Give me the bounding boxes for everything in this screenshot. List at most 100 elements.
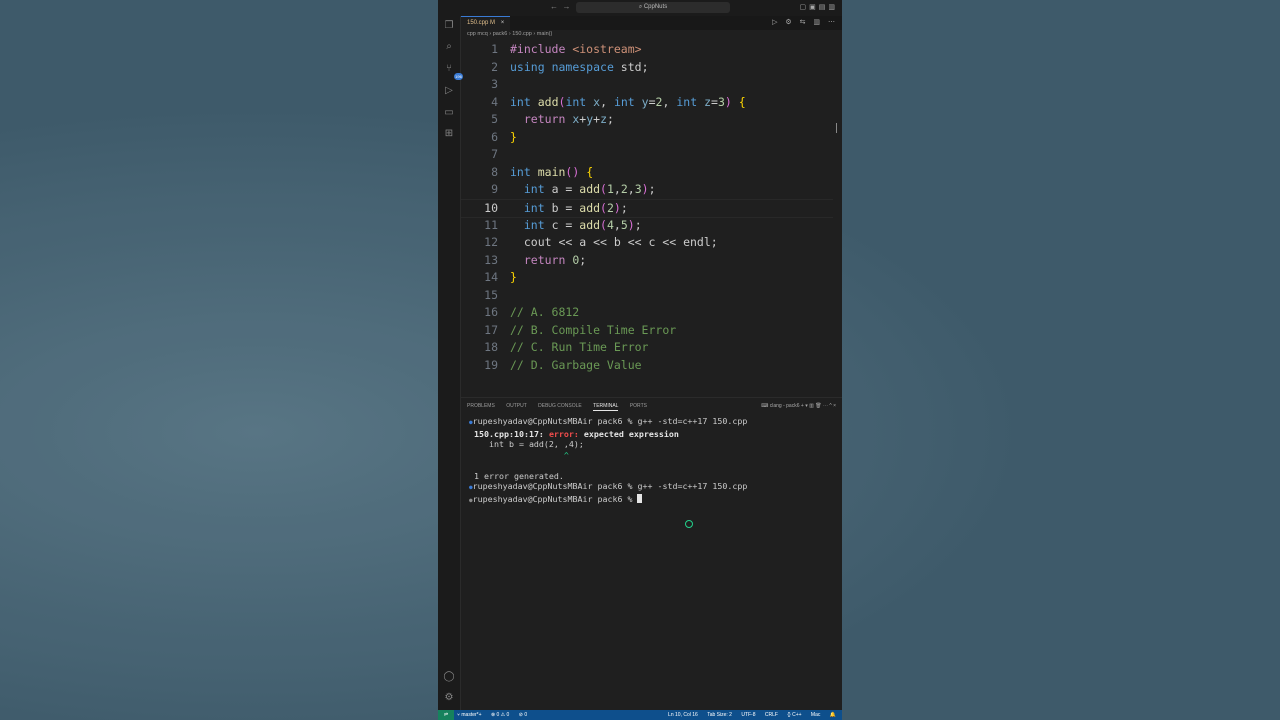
line-ending[interactable]: CRLF bbox=[765, 710, 778, 720]
code-line[interactable]: 16 // A. 6812 bbox=[461, 304, 833, 322]
prompt: rupeshyadav@CppNutsMBAir pack6 % bbox=[472, 493, 633, 504]
tab-terminal[interactable]: TERMINAL bbox=[593, 403, 619, 411]
gear-icon[interactable]: ⚙ bbox=[443, 692, 455, 704]
line-number: 17 bbox=[484, 322, 498, 337]
tab-output[interactable]: OUTPUT bbox=[506, 403, 527, 409]
tab-size[interactable]: Tab Size: 2 bbox=[707, 710, 732, 720]
encoding[interactable]: UTF-8 bbox=[741, 710, 755, 720]
line-number: 4 bbox=[491, 94, 498, 109]
line-number: 16 bbox=[484, 305, 498, 320]
code-line[interactable]: 1 #include <iostream> bbox=[461, 41, 833, 59]
account-icon[interactable]: ◯ bbox=[443, 671, 455, 683]
tab-modified: M bbox=[490, 20, 496, 26]
terminal-actions[interactable]: ⌨ clang - pack6 + ▾ ▥ 🗑 ⋯ ^ × bbox=[761, 403, 836, 409]
source-control-icon[interactable]: ⑂ 196 bbox=[443, 63, 463, 80]
line-text: return 0; bbox=[523, 252, 587, 267]
caret-line: ^ bbox=[469, 449, 569, 460]
line-text: return x+y+z; bbox=[523, 112, 614, 127]
editor-scrollbar[interactable] bbox=[836, 123, 840, 133]
line-number: 11 bbox=[484, 217, 498, 232]
line-number: 10 bbox=[484, 200, 498, 215]
line-text: #include <iostream> bbox=[510, 42, 642, 56]
code-line[interactable]: 2 using namespace std; bbox=[461, 59, 833, 77]
line-text: } bbox=[510, 270, 517, 285]
line-number: 19 bbox=[484, 357, 498, 372]
code-line[interactable]: 17 // B. Compile Time Error bbox=[461, 322, 833, 340]
mouse-pointer-ring bbox=[685, 520, 693, 528]
close-icon[interactable]: × bbox=[501, 20, 505, 26]
activity-bar: ❐ ⌕ ⑂ 196 ▷ ▭ ⊞ ◯ ⚙ bbox=[438, 16, 463, 710]
tab-debug-console[interactable]: DEBUG CONSOLE bbox=[538, 403, 582, 409]
code-line[interactable]: 4 int add(int x, int y=2, int z=3) { bbox=[461, 94, 833, 112]
code-line[interactable]: 13 return 0; bbox=[461, 252, 833, 270]
code-line[interactable]: 7 bbox=[461, 146, 833, 164]
tab-150-cpp[interactable]: 150.cpp M × bbox=[461, 16, 511, 31]
line-text: } bbox=[510, 129, 517, 144]
line-number: 5 bbox=[491, 112, 498, 127]
bell-icon[interactable]: 🔔 bbox=[830, 712, 836, 718]
nav-arrows[interactable]: ← → bbox=[550, 2, 570, 11]
line-number: 9 bbox=[491, 182, 498, 197]
code-line[interactable]: 15 bbox=[461, 287, 833, 305]
problems-indicator[interactable]: ⊗ 0 ⚠ 0 bbox=[491, 710, 509, 720]
vscode-window: ← → ⌕ CppNuts ▢▣▤▥ ❐ ⌕ ⑂ 196 ▷ ▭ ⊞ ◯ ⚙ 15… bbox=[438, 0, 842, 720]
code-line[interactable]: 12 cout << a << b << c << endl; bbox=[461, 234, 833, 252]
tab-ports[interactable]: PORTS bbox=[630, 403, 647, 409]
layout-controls[interactable]: ▢▣▤▥ bbox=[800, 3, 838, 11]
remote-explorer-icon[interactable]: ▭ bbox=[443, 107, 455, 119]
language-mode[interactable]: {} C++ bbox=[787, 710, 801, 720]
code-editor[interactable]: 1 #include <iostream> 2 using namespace std… bbox=[461, 41, 842, 396]
code-line[interactable]: 3 bbox=[461, 76, 833, 94]
code-line[interactable]: 11 int c = add(4,5); bbox=[461, 217, 833, 235]
code-line[interactable]: 6} bbox=[461, 129, 833, 147]
breadcrumb-item[interactable]: cpp mcq bbox=[467, 31, 488, 37]
explorer-icon[interactable]: ❐ bbox=[443, 20, 455, 32]
command-center[interactable]: ⌕ CppNuts bbox=[576, 2, 730, 13]
code-line[interactable]: 14} bbox=[461, 269, 833, 287]
code-line[interactable]: 10 int b = add(2); bbox=[461, 198, 833, 219]
ports-indicator[interactable]: ⊘ 0 bbox=[519, 710, 527, 720]
line-text: cout << a << b << c << endl; bbox=[510, 235, 718, 250]
prompt: rupeshyadav@CppNutsMBAir pack6 % bbox=[472, 481, 633, 491]
code-line[interactable]: 18 // C. Run Time Error bbox=[461, 339, 833, 357]
platform[interactable]: Mac bbox=[811, 710, 820, 720]
editor-actions[interactable]: ▷ ⚙ ⇆ ▥ ⋯ bbox=[772, 18, 838, 26]
title-bar: ← → ⌕ CppNuts ▢▣▤▥ bbox=[438, 0, 842, 17]
error-message: expected expression bbox=[583, 428, 679, 439]
ports-count: 0 bbox=[524, 712, 528, 718]
command: g++ -std=c++17 150.cpp bbox=[637, 416, 748, 426]
terminal-name[interactable]: clang - pack6 bbox=[770, 403, 800, 409]
extensions-icon[interactable]: ⊞ bbox=[443, 128, 455, 140]
line-number: 6 bbox=[491, 129, 498, 144]
cursor-position[interactable]: Ln 10, Col 16 bbox=[668, 710, 698, 720]
branch-indicator[interactable]: ⑂ master*+ bbox=[457, 710, 482, 720]
breadcrumb-item[interactable]: main() bbox=[537, 31, 553, 37]
line-text: // B. Compile Time Error bbox=[510, 322, 677, 337]
line-number: 7 bbox=[491, 147, 498, 162]
search-icon[interactable]: ⌕ bbox=[443, 41, 455, 53]
breadcrumb-item[interactable]: pack6 bbox=[493, 31, 508, 37]
source-line: int b = add(2, ,4); bbox=[469, 439, 584, 449]
prompt: rupeshyadav@CppNutsMBAir pack6 % bbox=[472, 416, 633, 426]
errors-generated: 1 error generated. bbox=[474, 470, 564, 481]
line-text: int b = add(2); bbox=[523, 200, 628, 215]
line-number: 18 bbox=[484, 340, 498, 355]
line-number: 15 bbox=[484, 287, 498, 302]
tab-problems[interactable]: PROBLEMS bbox=[467, 403, 495, 409]
code-line[interactable]: 8 int main() { bbox=[461, 164, 833, 182]
command: g++ -std=c++17 150.cpp bbox=[637, 481, 748, 491]
panel-tabs: PROBLEMS OUTPUT DEBUG CONSOLE TERMINAL P… bbox=[467, 403, 657, 411]
command-center-label: CppNuts bbox=[643, 4, 668, 10]
line-text: int a = add(1,2,3); bbox=[523, 182, 656, 197]
code-line[interactable]: 19 // D. Garbage Value bbox=[461, 357, 833, 375]
run-debug-icon[interactable]: ▷ bbox=[443, 85, 455, 97]
breadcrumb-item[interactable]: 150.cpp bbox=[512, 31, 532, 37]
line-text: int c = add(4,5); bbox=[523, 217, 642, 232]
terminal-output[interactable]: ●rupeshyadav@CppNutsMBAir pack6 % g++ -s… bbox=[469, 416, 747, 506]
code-line[interactable]: 5 return x+y+z; bbox=[461, 111, 833, 129]
error-location: 150.cpp:10:17: bbox=[474, 428, 544, 439]
remote-icon[interactable]: ⇌ bbox=[438, 710, 454, 720]
bottom-panel: PROBLEMS OUTPUT DEBUG CONSOLE TERMINAL P… bbox=[461, 397, 842, 711]
line-number: 12 bbox=[484, 235, 498, 250]
code-line[interactable]: 9 int a = add(1,2,3); bbox=[461, 181, 833, 199]
